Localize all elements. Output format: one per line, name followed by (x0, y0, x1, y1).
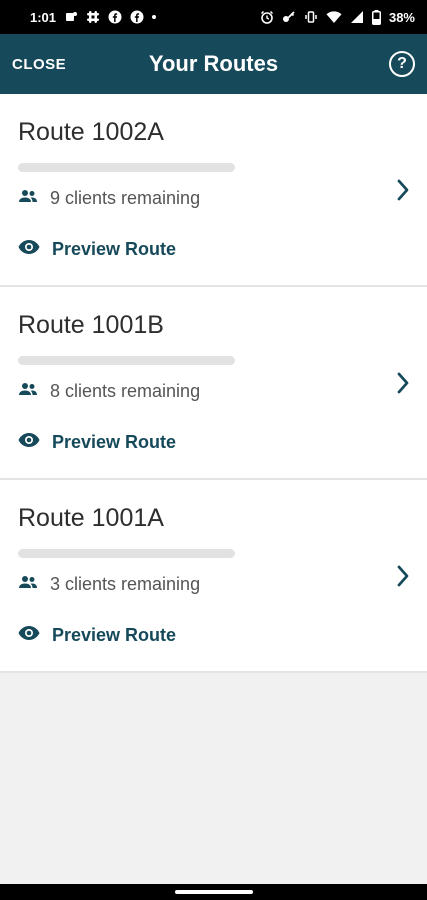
route-card[interactable]: Route 1002A 9 clients remaining Preview … (0, 94, 427, 287)
empty-area (0, 673, 427, 879)
route-name: Route 1001B (18, 311, 164, 339)
alarm-icon (260, 10, 274, 24)
preview-route-link[interactable]: Preview Route (18, 625, 176, 646)
battery-icon (371, 9, 381, 25)
battery-level: 38% (388, 9, 415, 25)
preview-route-label: Preview Route (52, 239, 177, 259)
signal-icon (350, 10, 364, 24)
clients-remaining: 3 clients remaining (50, 574, 201, 594)
people-icon (18, 575, 38, 594)
status-right: 38% (260, 9, 415, 25)
route-progress-bar (18, 356, 235, 365)
help-symbol: ? (397, 55, 407, 72)
route-list: Route 1002A 9 clients remaining Preview … (0, 94, 427, 673)
help-icon[interactable]: ? (389, 51, 415, 77)
clients-row: 8 clients remaining (18, 381, 409, 402)
chevron-right-icon[interactable] (393, 371, 413, 395)
preview-route-link[interactable]: Preview Route (18, 239, 176, 260)
wifi-icon (326, 10, 342, 24)
chevron-right-icon[interactable] (393, 178, 413, 202)
clients-row: 3 clients remaining (18, 574, 409, 595)
preview-route-label: Preview Route (52, 432, 177, 452)
status-time: 1:01 (30, 9, 57, 25)
route-name: Route 1002A (18, 118, 164, 146)
status-bar: 1:01 38% (0, 0, 427, 34)
preview-route-link[interactable]: Preview Route (18, 432, 176, 453)
app-bar: CLOSE Your Routes ? (0, 34, 427, 94)
eye-icon (18, 625, 40, 646)
people-icon (18, 382, 38, 401)
clients-remaining: 8 clients remaining (50, 381, 201, 401)
eye-icon (18, 432, 40, 453)
key-icon (282, 10, 296, 24)
dot-icon (152, 15, 157, 19)
route-name: Route 1001A (18, 504, 164, 532)
teams-icon (64, 10, 78, 24)
chevron-right-icon[interactable] (393, 564, 413, 588)
people-icon (18, 189, 38, 208)
clients-row: 9 clients remaining (18, 188, 409, 209)
clients-remaining: 9 clients remaining (50, 188, 201, 208)
facebook-icon (108, 10, 122, 24)
slack-icon (86, 10, 100, 24)
route-progress-bar (18, 549, 235, 558)
vibrate-icon (304, 10, 318, 24)
preview-route-label: Preview Route (52, 625, 177, 645)
close-button[interactable]: CLOSE (12, 52, 66, 77)
route-card[interactable]: Route 1001B 8 clients remaining Preview … (0, 287, 427, 480)
home-gesture-bar[interactable] (174, 890, 253, 894)
system-nav-bar (0, 884, 427, 900)
route-progress-bar (18, 163, 235, 172)
eye-icon (18, 239, 40, 260)
status-left: 1:01 (30, 9, 157, 25)
route-card[interactable]: Route 1001A 3 clients remaining Preview … (0, 480, 427, 673)
facebook-icon (130, 10, 144, 24)
